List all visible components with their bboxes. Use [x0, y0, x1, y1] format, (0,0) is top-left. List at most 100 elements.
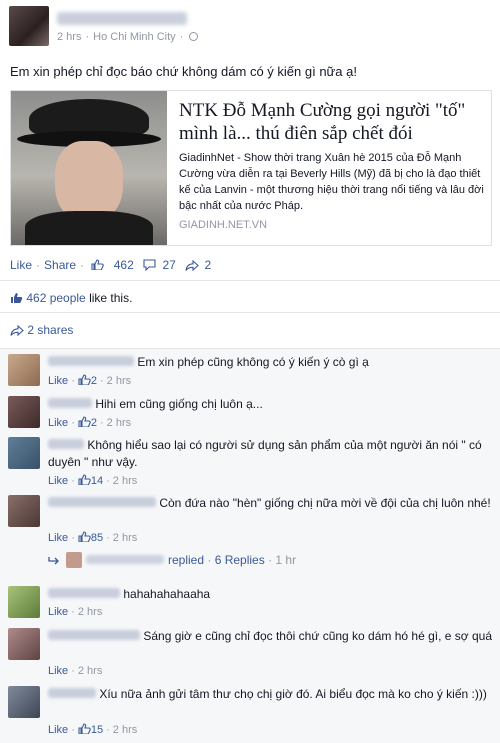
meta-separator: ·	[179, 31, 184, 43]
likes-people-link[interactable]: 462 people	[26, 291, 85, 305]
link-title[interactable]: NTK Đỗ Mạnh Cường gọi người "tố" mình là…	[179, 99, 484, 145]
commenter-name-redacted[interactable]	[48, 588, 120, 598]
footer-separator: ·	[106, 724, 110, 736]
comment-body: Sáng giờ e cũng chỉ đọc thôi chứ cũng ko…	[143, 629, 492, 643]
comment-like-count[interactable]: 14	[91, 475, 103, 487]
replies-count[interactable]: 6 Replies	[215, 553, 265, 567]
action-separator: ·	[80, 258, 85, 272]
thumbs-up-icon	[91, 259, 105, 270]
post-location[interactable]: Ho Chi Minh City	[93, 31, 176, 43]
divider	[0, 280, 500, 281]
comment-like-link[interactable]: Like	[48, 475, 68, 487]
shares-summary[interactable]: 2 shares	[10, 323, 73, 337]
footer-separator: ·	[71, 417, 75, 429]
comment-like-count[interactable]: 85	[91, 532, 103, 544]
share-count[interactable]: 2	[205, 258, 212, 272]
comment-like-count[interactable]: 2	[91, 375, 97, 387]
comment-footer: Like · 2 hrs	[48, 606, 102, 618]
shirt-shape	[25, 211, 153, 245]
thumbs-up-icon	[78, 723, 91, 734]
thumbs-up-icon	[78, 374, 91, 385]
comment-body: Xíu nữa ảnh gửi tâm thư chọ chị giờ đó. …	[99, 687, 487, 701]
comment-footer: Like · 2 · 2 hrs	[48, 374, 131, 387]
replies-time: 1 hr	[275, 553, 297, 567]
comment-time[interactable]: 2 hrs	[107, 375, 131, 387]
footer-separator: ·	[71, 606, 75, 618]
commenter-name-redacted[interactable]	[48, 398, 92, 408]
comment-count[interactable]: 27	[162, 258, 175, 272]
commenter-name-redacted[interactable]	[48, 688, 96, 698]
thumbs-up-icon	[78, 416, 91, 427]
link-thumbnail[interactable]	[11, 91, 167, 245]
post-time[interactable]: 2 hrs	[57, 31, 81, 43]
post-meta: 2 hrs · Ho Chi Minh City ·	[57, 31, 199, 43]
commenter-avatar[interactable]	[8, 628, 40, 660]
commenter-avatar[interactable]	[8, 586, 40, 618]
comment-text: Sáng giờ e cũng chỉ đọc thôi chứ cũng ko…	[48, 628, 496, 645]
comment-like-link[interactable]: Like	[48, 375, 68, 387]
comment-like-count[interactable]: 15	[91, 724, 103, 736]
meta-separator: ·	[85, 31, 90, 43]
footer-separator: ·	[106, 532, 110, 544]
comment-like-link[interactable]: Like	[48, 606, 68, 618]
reply-arrow-icon	[48, 555, 60, 569]
action-separator: ·	[36, 258, 41, 272]
commenter-name-redacted[interactable]	[48, 497, 156, 507]
comment-like-count[interactable]: 2	[91, 417, 97, 429]
globe-icon	[189, 32, 199, 41]
commenter-avatar[interactable]	[8, 686, 40, 718]
footer-separator: ·	[71, 375, 75, 387]
commenter-avatar[interactable]	[8, 437, 40, 469]
comment-time[interactable]: 2 hrs	[113, 475, 137, 487]
comment-like-link[interactable]: Like	[48, 417, 68, 429]
comment-time[interactable]: 2 hrs	[113, 724, 137, 736]
commenter-avatar[interactable]	[8, 495, 40, 527]
comment-footer: Like · 14 · 2 hrs	[48, 474, 137, 487]
replies-separator: ·	[264, 553, 276, 567]
footer-separator: ·	[71, 532, 75, 544]
like-count[interactable]: 462	[114, 258, 134, 272]
comment-text: Em xin phép cũng không có ý kiến ý cò gì…	[48, 354, 496, 371]
footer-separator: ·	[99, 375, 104, 387]
comment-body: Hihi em cũng giống chị luôn ạ...	[95, 397, 263, 411]
thumbs-up-icon	[78, 531, 91, 542]
divider	[0, 312, 500, 313]
shared-link-card[interactable]: NTK Đỗ Mạnh Cường gọi người "tố" mình là…	[10, 90, 492, 246]
commenter-avatar[interactable]	[8, 396, 40, 428]
replier-name-redacted[interactable]	[86, 555, 164, 564]
facebook-post: 2 hrs · Ho Chi Minh City · Em xin phép chỉ …	[0, 0, 500, 743]
comment-like-link[interactable]: Like	[48, 532, 68, 544]
comment-footer: Like · 15 · 2 hrs	[48, 723, 137, 736]
commenter-name-redacted[interactable]	[48, 439, 84, 449]
comment-time[interactable]: 2 hrs	[78, 665, 102, 677]
replies-separator: ·	[204, 553, 215, 567]
link-domain: GIADINH.NET.VN	[179, 219, 268, 231]
like-link[interactable]: Like	[10, 258, 32, 272]
comment-body: Em xin phép cũng không có ý kiến ý cò gì…	[137, 355, 369, 369]
comment-time[interactable]: 2 hrs	[113, 532, 137, 544]
shares-text[interactable]: 2 shares	[27, 323, 73, 337]
comment-like-link[interactable]: Like	[48, 665, 68, 677]
footer-separator: ·	[99, 417, 104, 429]
commenter-name-redacted[interactable]	[48, 356, 134, 366]
footer-separator: ·	[71, 724, 75, 736]
footer-separator: ·	[106, 475, 110, 487]
comment-time[interactable]: 2 hrs	[78, 606, 102, 618]
comment-footer: Like · 2 hrs	[48, 665, 102, 677]
post-header: 2 hrs · Ho Chi Minh City ·	[9, 6, 489, 50]
replies-row[interactable]: replied · 6 Replies · 1 hr	[48, 552, 296, 569]
share-link[interactable]: Share	[44, 258, 76, 272]
commenter-avatar[interactable]	[8, 354, 40, 386]
share-icon	[185, 260, 199, 271]
likes-suffix: like this.	[85, 291, 133, 305]
link-description: GiadinhNet - Show thời trang Xuân hè 201…	[179, 152, 484, 212]
comment-text: Xíu nữa ảnh gửi tâm thư chọ chị giờ đó. …	[48, 686, 496, 703]
replier-avatar[interactable]	[66, 552, 82, 568]
commenter-name-redacted[interactable]	[48, 630, 140, 640]
author-name-redacted[interactable]	[57, 12, 187, 25]
comment-body: Còn đứa nào "hèn" giống chị nữa mời về đ…	[159, 496, 491, 510]
author-avatar[interactable]	[9, 6, 49, 46]
comment-time[interactable]: 2 hrs	[107, 417, 131, 429]
comment-footer: Like · 2 · 2 hrs	[48, 416, 131, 429]
comment-like-link[interactable]: Like	[48, 724, 68, 736]
